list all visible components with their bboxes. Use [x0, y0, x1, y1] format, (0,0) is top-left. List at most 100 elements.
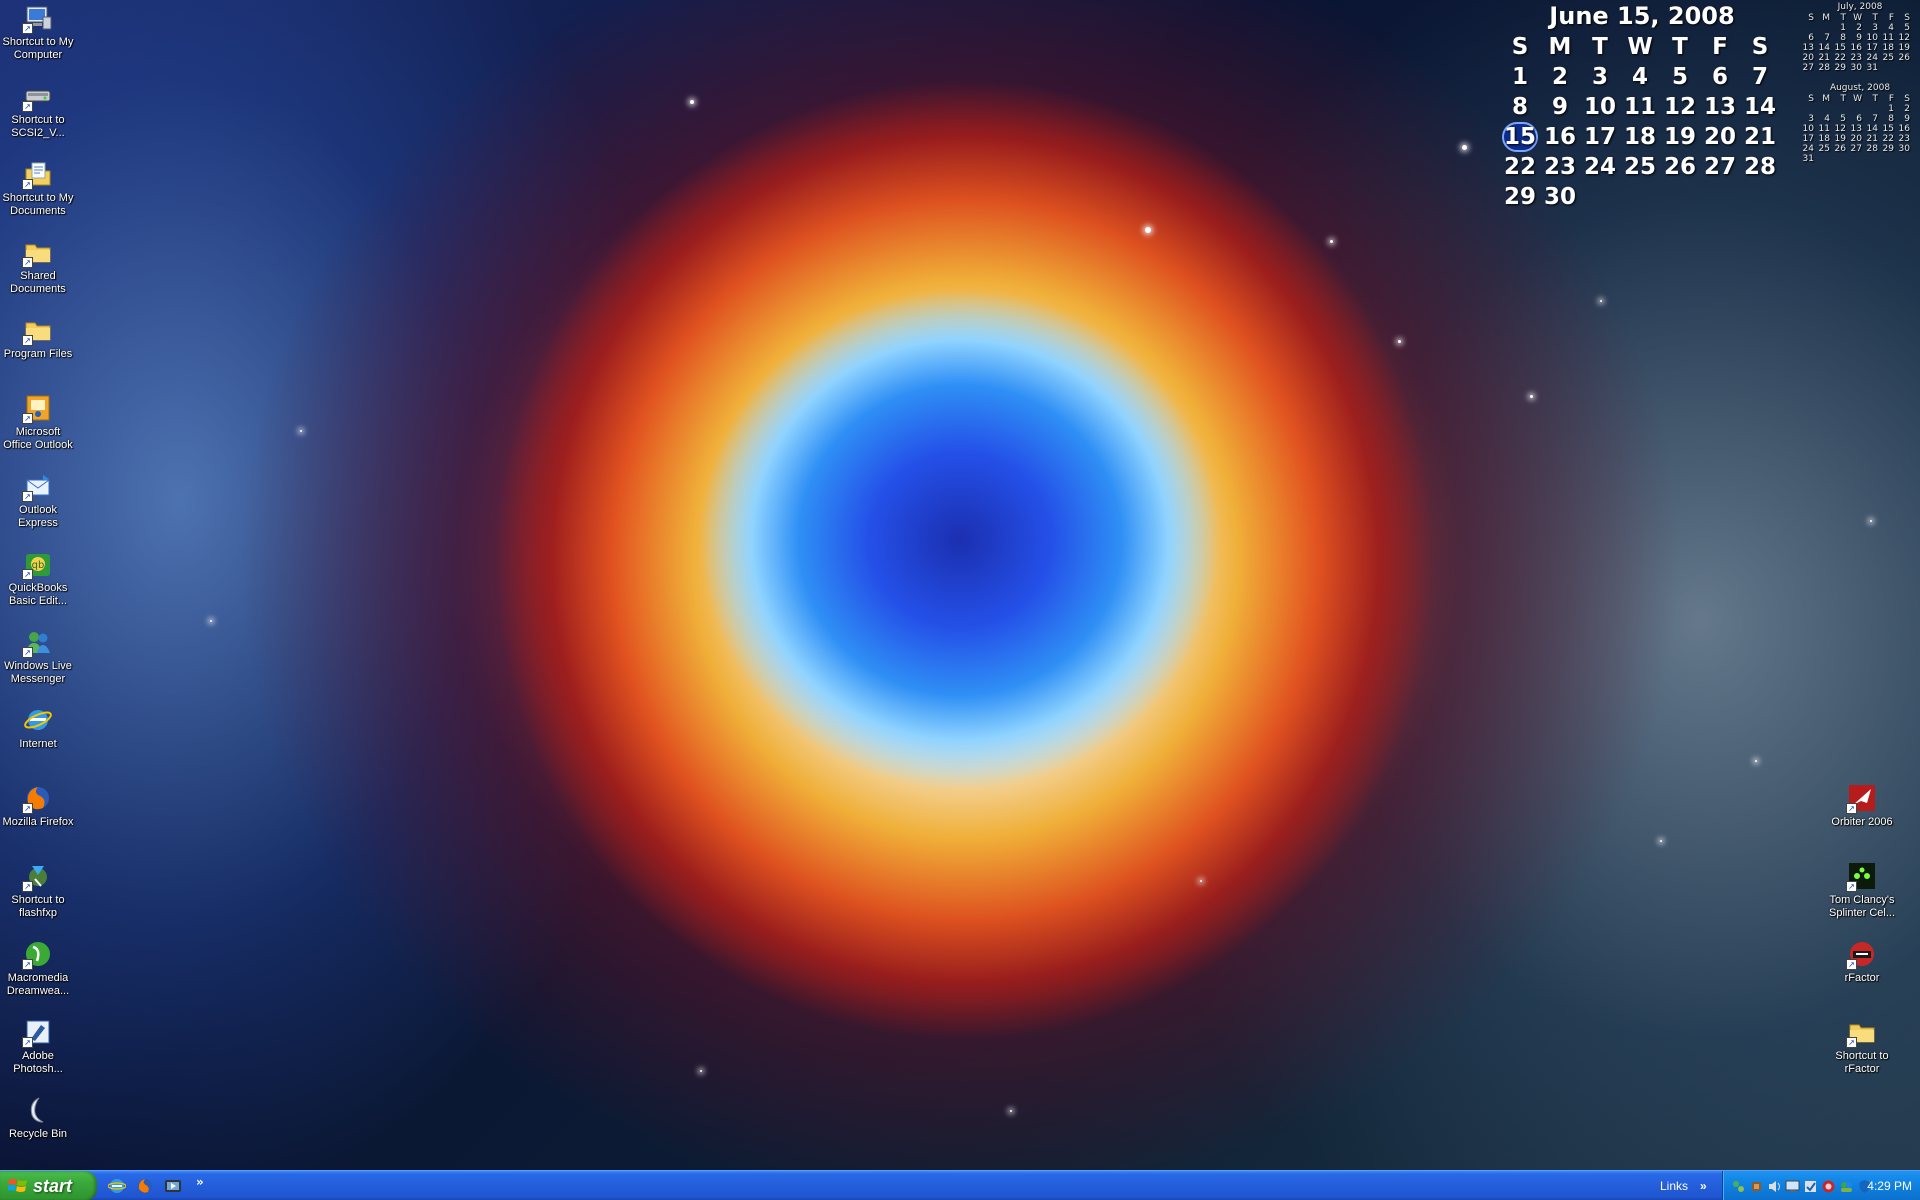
update-icon[interactable]: [1803, 1179, 1818, 1194]
desktop-icon[interactable]: ↗ Orbiter 2006: [1824, 780, 1900, 829]
desktop-icon-label: Internet: [19, 738, 57, 750]
desktop-icon[interactable]: ↗ Shortcut to My Computer: [0, 0, 76, 62]
shortcut-arrow-icon: ↗: [22, 257, 33, 268]
calendar-day: 12: [1663, 94, 1696, 120]
antivirus-icon[interactable]: [1821, 1179, 1836, 1194]
desktop-icon[interactable]: ↗ Shortcut to rFactor: [1824, 1014, 1900, 1076]
shortcut-arrow-icon: ↗: [22, 1037, 33, 1048]
desktop-icon[interactable]: qb ↗ QuickBooks Basic Edit...: [0, 546, 76, 608]
desktop-icon-label: Shortcut to rFactor: [1835, 1050, 1889, 1075]
internet-explorer-icon[interactable]: [106, 1175, 128, 1197]
mini-calendar-weekday: S: [1904, 94, 1910, 104]
network-icon[interactable]: [1731, 1179, 1746, 1194]
clock[interactable]: 4:29 PM: [1867, 1171, 1912, 1200]
desktop-icon-label: Shortcut to SCSI2_V...: [11, 114, 65, 139]
mini-calendar-weekday: T: [1872, 94, 1879, 104]
start-button[interactable]: start: [0, 1171, 97, 1200]
calendar-day: 5: [1671, 64, 1688, 90]
mini-calendar-day: 12: [1834, 124, 1846, 134]
links-label[interactable]: Links: [1660, 1179, 1688, 1193]
speaker-icon[interactable]: [1767, 1179, 1782, 1194]
desktop-icon[interactable]: ↗ Macromedia Dreamwea...: [0, 936, 76, 998]
mini-calendar-day: 30: [1898, 144, 1910, 154]
mini-calendar-weekday: T: [1840, 94, 1847, 104]
mini-calendar-day: 27: [1850, 144, 1862, 154]
desktop-icon[interactable]: ↗ Mozilla Firefox: [0, 780, 76, 829]
star: [1462, 145, 1467, 150]
mini-calendar-day: 28: [1818, 63, 1830, 73]
mini-calendar-title: August, 2008: [1829, 83, 1891, 93]
mini-calendar-weekday: W: [1853, 13, 1862, 23]
calendar-weekday: W: [1627, 34, 1653, 60]
mini-calendar-blank: [1864, 104, 1880, 114]
splinter-cell-icon: ↗: [1846, 860, 1878, 892]
mini-calendar-day: 20: [1802, 53, 1814, 63]
folder-icon: ↗: [1846, 1016, 1878, 1048]
desktop-icon-label: Outlook Express: [18, 504, 58, 529]
shortcut-arrow-icon: ↗: [22, 491, 33, 502]
mini-calendar-day: 19: [1898, 43, 1910, 53]
mini-calendar-day: 22: [1882, 134, 1894, 144]
mini-calendar-day: 21: [1866, 134, 1878, 144]
calendar-day: 25: [1623, 154, 1656, 180]
calendar-weekday: F: [1712, 34, 1728, 60]
star: [1660, 840, 1662, 842]
svg-text:qb: qb: [32, 560, 45, 571]
media-player-icon[interactable]: [162, 1175, 184, 1197]
dreamweaver-icon: ↗: [22, 938, 54, 970]
recycle-bin-icon: [22, 1094, 54, 1126]
desktop-icon[interactable]: ↗ Microsoft Office Outlook: [0, 390, 76, 452]
desktop-icon[interactable]: ↗ rFactor: [1824, 936, 1900, 985]
star: [1145, 227, 1151, 233]
star: [210, 620, 212, 622]
mini-calendar-grid: S M T W T F S 1 2 3 4 5 6 7 8 9 10 11 12 13 14 15 16 17 18 19 20 21…: [1800, 13, 1920, 73]
folder-icon: ↗: [22, 236, 54, 268]
calendar-today: 15: [1502, 122, 1538, 152]
mini-calendar-day: 3: [1808, 114, 1814, 124]
desktop-icon[interactable]: ↗ Shortcut to My Documents: [0, 156, 76, 218]
desktop-icon[interactable]: Recycle Bin: [0, 1092, 76, 1141]
calendar-weekday: S: [1511, 34, 1529, 60]
mini-calendar-blank: [1848, 104, 1864, 114]
shortcut-arrow-icon: ↗: [22, 569, 33, 580]
mini-calendar-day: 2: [1856, 23, 1862, 33]
star: [1010, 1110, 1012, 1112]
desktop-icon[interactable]: ↗ Program Files: [0, 312, 76, 361]
mini-calendar-blank: [1816, 23, 1832, 33]
links-toolbar[interactable]: Links »: [1660, 1171, 1720, 1200]
mini-calendar-day: 8: [1888, 114, 1894, 124]
mini-calendar-blank: [1816, 104, 1832, 114]
desktop-icon-label: Tom Clancy's Splinter Cel...: [1828, 894, 1896, 919]
mini-calendar-day: 5: [1840, 114, 1846, 124]
desktop-icon[interactable]: ↗ Adobe Photosh...: [0, 1014, 76, 1076]
firefox-icon[interactable]: [134, 1175, 156, 1197]
calendar-day: 7: [1751, 64, 1768, 90]
messenger-icon[interactable]: [1839, 1179, 1854, 1194]
mini-calendar-day: 10: [1866, 33, 1878, 43]
desktop-icon-label: Mozilla Firefox: [2, 816, 74, 828]
quick-launch-overflow-chevron[interactable]: »: [196, 1175, 204, 1197]
photoshop-icon: ↗: [22, 1016, 54, 1048]
calendar-day: 3: [1591, 64, 1608, 90]
mini-calendar-day: 11: [1882, 33, 1894, 43]
mini-calendar-day: 13: [1850, 124, 1862, 134]
links-overflow-chevron[interactable]: »: [1700, 1179, 1707, 1193]
desktop-icon[interactable]: Internet: [0, 702, 76, 751]
calendar-day: 23: [1543, 154, 1576, 180]
display-icon[interactable]: [1785, 1179, 1800, 1194]
mini-calendar-blank: [1800, 23, 1816, 33]
desktop-icon[interactable]: ↗ Shortcut to flashfxp: [0, 858, 76, 920]
desktop-icon[interactable]: ↗ Tom Clancy's Splinter Cel...: [1824, 858, 1900, 920]
mini-calendar-day: 2: [1904, 104, 1910, 114]
mini-calendar-day: 1: [1840, 23, 1846, 33]
desktop-icon[interactable]: ↗ Shortcut to SCSI2_V...: [0, 78, 76, 140]
star: [700, 1070, 702, 1072]
shortcut-arrow-icon: ↗: [1846, 881, 1857, 892]
volume-icon[interactable]: [1749, 1179, 1764, 1194]
mini-calendar-day: 18: [1882, 43, 1894, 53]
calendar-day: 6: [1711, 64, 1728, 90]
desktop-icon[interactable]: ↗ Windows Live Messenger: [0, 624, 76, 686]
desktop-icon[interactable]: ↗ Outlook Express: [0, 468, 76, 530]
calendar-day: 30: [1543, 184, 1576, 210]
desktop-icon[interactable]: ↗ Shared Documents: [0, 234, 76, 296]
